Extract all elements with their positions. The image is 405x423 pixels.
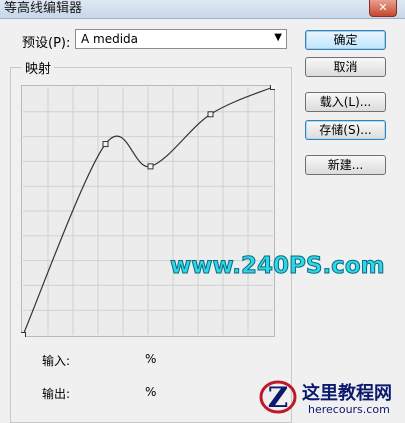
output-unit: % [145,385,157,399]
caret-down-icon[interactable]: ▼ [274,32,282,43]
new-button[interactable]: 新建... [305,155,386,175]
preset-dropdown[interactable]: A medida ▼ [75,29,287,49]
contour-curve-graph[interactable] [21,85,275,337]
watermark-240ps: www.240PS.com [170,253,386,280]
curve-point-handle[interactable] [207,111,214,118]
load-button[interactable]: 载入(L)... [305,92,386,112]
save-button[interactable]: 存储(S)... [305,120,386,140]
curve-point-handle[interactable] [147,163,154,170]
close-icon[interactable]: ✕ [369,0,397,17]
watermark-site-cn: 这里教程网 [302,383,392,404]
preset-label: 预设(P): [22,36,71,51]
input-unit: % [145,352,157,366]
watermark-logo-icon: Z [259,380,297,414]
watermark-site-url: herecours.com [308,403,390,416]
curve-point-handle[interactable] [102,141,109,148]
output-label: 输出: [42,387,71,401]
curve-point-handle[interactable] [21,332,26,338]
ok-button[interactable]: 确定 [305,30,386,50]
title-bar[interactable]: 等高线编辑器 ✕ [0,0,405,19]
mapping-group-label: 映射 [22,58,55,77]
window-title: 等高线编辑器 [4,1,83,16]
contour-editor-dialog: 等高线编辑器 ✕ 预设(P): A medida ▼ 确定 取消 载入(L)..… [0,0,405,423]
preset-value: A medida [81,32,139,46]
curve-point-handle[interactable] [270,85,276,90]
input-label: 输入: [42,354,71,368]
cancel-button[interactable]: 取消 [305,57,386,77]
watermark-logo-letter: Z [268,381,288,414]
